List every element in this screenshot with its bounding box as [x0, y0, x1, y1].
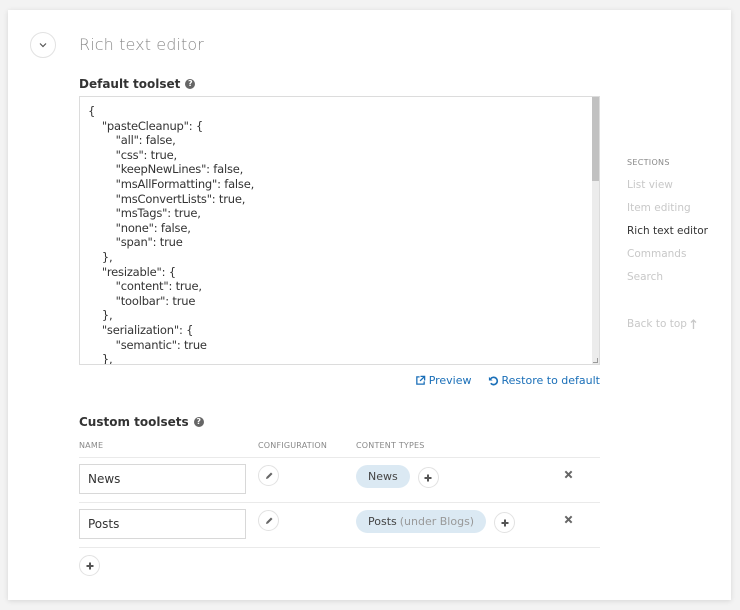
editor-actions: Preview Restore to default: [415, 374, 600, 387]
table-row: Posts (under Blogs): [79, 503, 600, 548]
delete-toolset-button[interactable]: [561, 512, 575, 526]
plus-icon: [501, 519, 509, 526]
custom-toolsets-label: Custom toolsets ?: [79, 415, 204, 429]
name-cell: [79, 503, 258, 539]
column-header-name: NAME: [79, 441, 104, 450]
default-toolset-json[interactable]: { "pasteCleanup": { "all": false, "css":…: [80, 97, 599, 364]
undo-icon: [488, 376, 498, 386]
configuration-cell: [258, 510, 356, 531]
nav-item-rich-text-editor[interactable]: Rich text editor: [627, 225, 727, 248]
pencil-icon: [265, 517, 272, 524]
editor-scrollbar[interactable]: [592, 97, 599, 364]
edit-configuration-button[interactable]: [258, 465, 279, 486]
default-toolset-label: Default toolset ?: [79, 77, 196, 91]
custom-toolsets-table: NAME CONFIGURATION CONTENT TYPES News Ne…: [79, 441, 600, 548]
arrow-up-icon: [690, 319, 697, 329]
nav-item-commands[interactable]: Commands: [627, 248, 727, 271]
column-header-configuration: CONFIGURATION: [258, 441, 328, 450]
add-content-type-button[interactable]: [417, 467, 439, 488]
settings-card: Rich text editor Default toolset ? { "pa…: [8, 10, 731, 600]
plus-icon: [424, 474, 432, 481]
restore-default-label: Restore to default: [501, 374, 600, 387]
preview-link[interactable]: Preview: [415, 374, 472, 387]
content-type-chip[interactable]: News: [356, 464, 410, 488]
nav-item-item-editing[interactable]: Item editing: [627, 202, 727, 225]
back-to-top-link[interactable]: Back to top: [627, 318, 727, 330]
default-toolset-label-text: Default toolset: [79, 77, 181, 91]
column-header-content-types: CONTENT TYPES: [356, 441, 425, 450]
preview-label: Preview: [428, 374, 472, 387]
toolset-name-input[interactable]: [79, 464, 246, 494]
restore-default-link[interactable]: Restore to default: [488, 374, 600, 387]
edit-configuration-button[interactable]: [258, 510, 279, 531]
resize-grip-icon[interactable]: [593, 358, 598, 363]
collapse-section-button[interactable]: [30, 32, 56, 58]
plus-icon: [86, 562, 93, 569]
nav-item-search[interactable]: Search: [627, 271, 727, 294]
toolset-name-input[interactable]: [79, 509, 246, 539]
close-icon: [564, 470, 572, 478]
delete-toolset-button[interactable]: [561, 467, 575, 481]
editor-scrollbar-thumb[interactable]: [592, 97, 599, 181]
table-row: News: [79, 458, 600, 503]
section-title: Rich text editor: [79, 35, 204, 54]
table-header: NAME CONFIGURATION CONTENT TYPES: [79, 441, 600, 458]
nav-item-list-view[interactable]: List view: [627, 179, 727, 202]
chevron-down-icon: [39, 43, 47, 48]
content-type-chip[interactable]: Posts (under Blogs): [356, 509, 487, 533]
sections-heading: SECTIONS: [627, 158, 670, 167]
content-type-suffix: (under Blogs): [399, 514, 475, 528]
content-type-label: Posts: [368, 514, 397, 528]
name-cell: [79, 458, 258, 494]
pencil-icon: [265, 472, 272, 479]
configuration-cell: [258, 465, 356, 486]
close-icon: [564, 515, 572, 523]
question-circle-icon[interactable]: ?: [193, 417, 204, 427]
external-link-icon: [415, 375, 425, 385]
sections-nav: SECTIONS List view Item editing Rich tex…: [627, 158, 727, 330]
content-type-label: News: [368, 469, 398, 483]
default-toolset-editor[interactable]: { "pasteCleanup": { "all": false, "css":…: [79, 96, 600, 365]
add-content-type-button[interactable]: [494, 512, 516, 533]
question-circle-icon[interactable]: ?: [185, 79, 196, 89]
back-to-top-label: Back to top: [627, 318, 687, 330]
content-types-cell: Posts (under Blogs): [356, 509, 556, 533]
custom-toolsets-label-text: Custom toolsets: [79, 415, 189, 429]
content-types-cell: News: [356, 464, 556, 488]
add-toolset-button[interactable]: [79, 555, 100, 576]
